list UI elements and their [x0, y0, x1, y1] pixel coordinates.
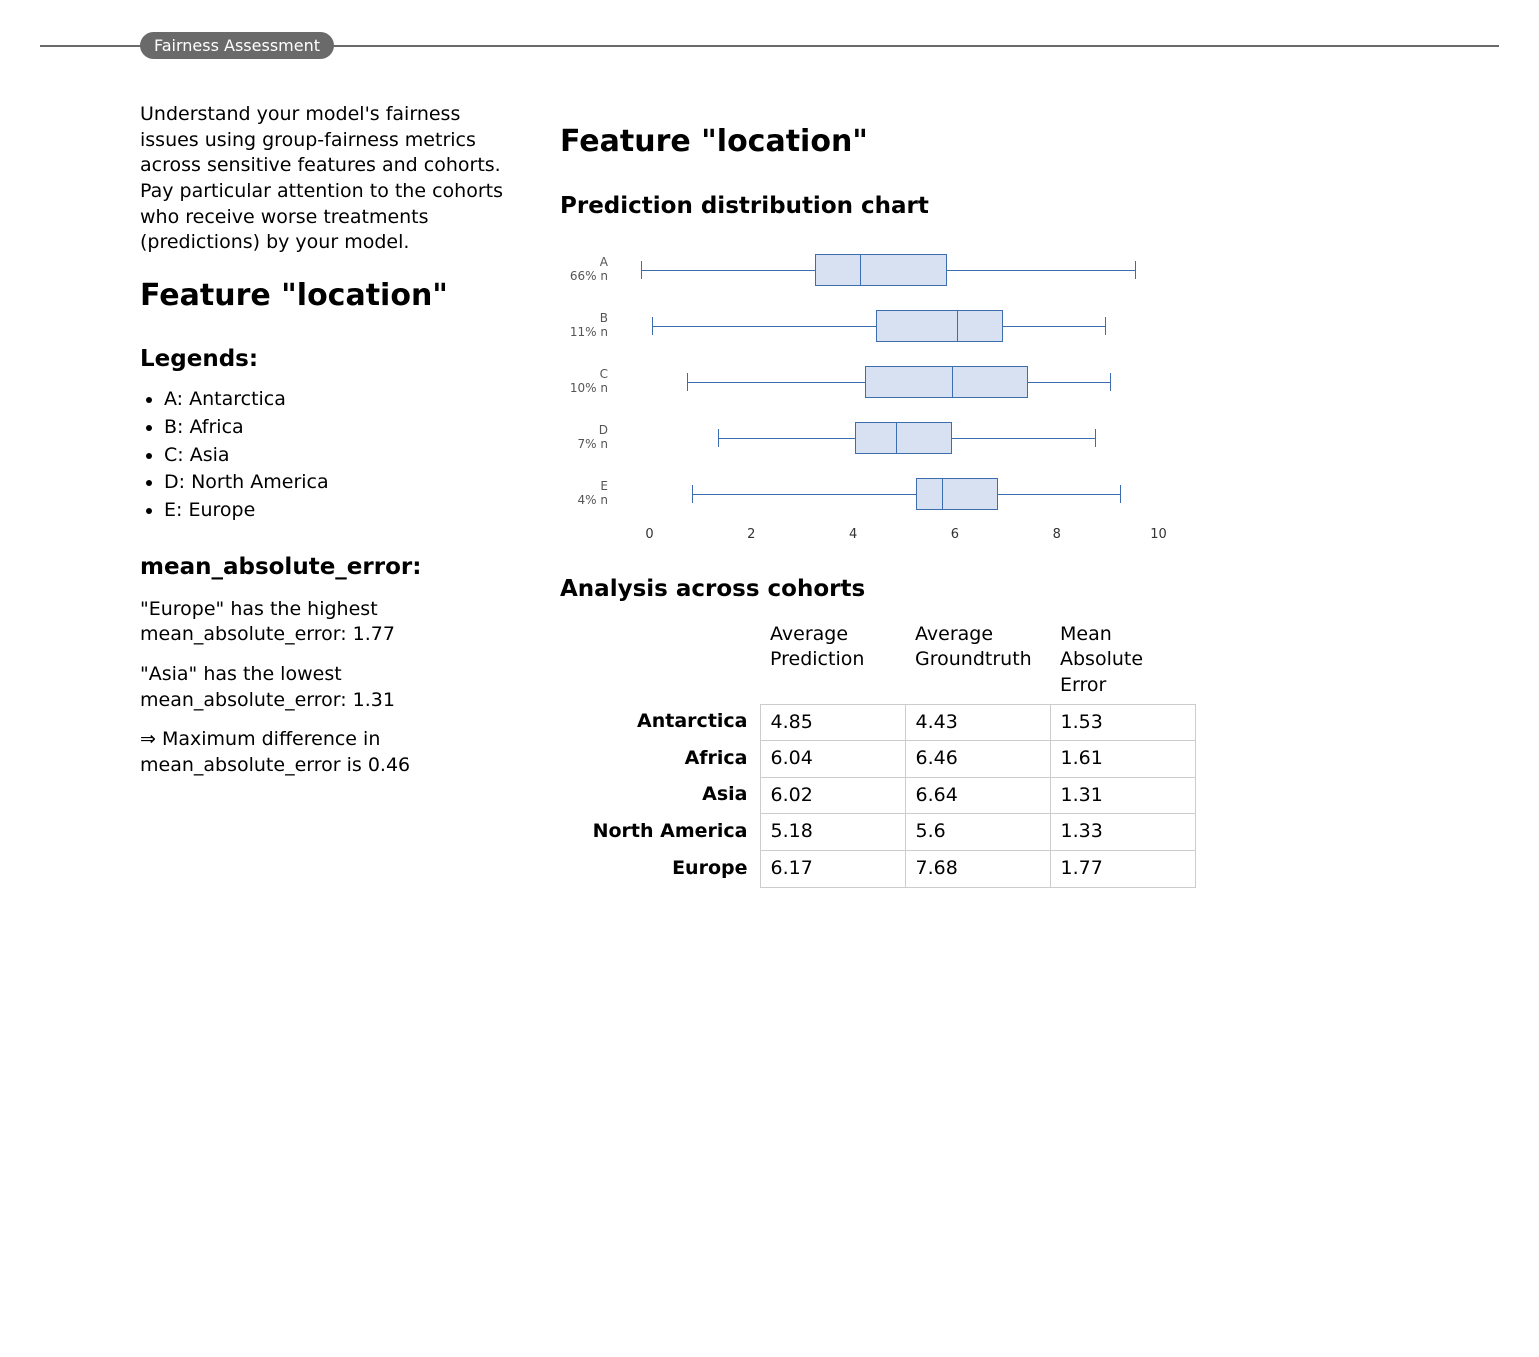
metric-lowest: "Asia" has the lowest mean_absolute_erro…: [140, 662, 520, 713]
median-line: [896, 422, 897, 454]
whisker-cap: [1095, 429, 1096, 447]
cell-mae: 1.31: [1050, 777, 1195, 814]
cell-avg_gt: 5.6: [905, 814, 1050, 851]
boxplot-ylabel: C10% n: [560, 368, 616, 396]
boxplot-row: C10% n: [560, 354, 1200, 410]
boxplot-row: E4% n: [560, 466, 1200, 522]
x-axis: 0 2 4 6 8 10: [624, 522, 1184, 546]
cell-mae: 1.77: [1050, 851, 1195, 888]
legend-list: A: Antarctica B: Africa C: Asia D: North…: [164, 387, 520, 523]
whisker-line: [692, 494, 1120, 495]
table-heading: Analysis across cohorts: [560, 574, 1260, 605]
right-feature-title: Feature "location": [560, 122, 1260, 163]
col-avg-gt: Average Groundtruth: [905, 617, 1050, 704]
whisker-cap: [692, 485, 693, 503]
section-header: Fairness Assessment: [40, 30, 1499, 32]
row-label: Antarctica: [560, 704, 760, 741]
whisker-cap: [652, 317, 653, 335]
x-tick: 2: [747, 526, 755, 544]
boxplot-row: B11% n: [560, 298, 1200, 354]
legends-heading: Legends:: [140, 344, 520, 375]
col-avg-pred: Average Prediction: [760, 617, 905, 704]
intro-paragraph: Understand your model's fairness issues …: [140, 102, 520, 256]
box-iqr: [815, 254, 947, 286]
x-tick: 8: [1053, 526, 1061, 544]
whisker-cap: [1110, 373, 1111, 391]
left-feature-title: Feature "location": [140, 276, 520, 317]
cell-avg_pred: 6.17: [760, 851, 905, 888]
legend-item: E: Europe: [164, 498, 520, 524]
cell-avg_pred: 4.85: [760, 704, 905, 741]
col-mae: Mean Absolute Error: [1050, 617, 1195, 704]
row-label: Europe: [560, 851, 760, 888]
row-label: Asia: [560, 777, 760, 814]
right-column: Feature "location" Prediction distributi…: [560, 102, 1260, 888]
x-tick: 10: [1150, 526, 1167, 544]
x-tick: 6: [951, 526, 959, 544]
table-row: Africa6.046.461.61: [560, 741, 1195, 778]
cell-avg_gt: 6.46: [905, 741, 1050, 778]
boxplot-ylabel: B11% n: [560, 312, 616, 340]
cell-avg_pred: 6.04: [760, 741, 905, 778]
cohort-table: Average Prediction Average Groundtruth M…: [560, 617, 1196, 888]
cell-mae: 1.33: [1050, 814, 1195, 851]
legend-item: D: North America: [164, 470, 520, 496]
cell-mae: 1.61: [1050, 741, 1195, 778]
table-row: Europe6.177.681.77: [560, 851, 1195, 888]
median-line: [957, 310, 958, 342]
median-line: [942, 478, 943, 510]
whisker-cap: [718, 429, 719, 447]
cell-mae: 1.53: [1050, 704, 1195, 741]
boxplot-track: [616, 298, 1200, 354]
chart-heading: Prediction distribution chart: [560, 191, 1260, 222]
table-row: Asia6.026.641.31: [560, 777, 1195, 814]
boxplot-track: [616, 466, 1200, 522]
row-label: North America: [560, 814, 760, 851]
box-iqr: [855, 422, 952, 454]
whisker-cap: [1135, 261, 1136, 279]
x-tick: 4: [849, 526, 857, 544]
row-label: Africa: [560, 741, 760, 778]
whisker-cap: [687, 373, 688, 391]
whisker-cap: [1120, 485, 1121, 503]
metric-maxdiff: ⇒ Maximum difference in mean_absolute_er…: [140, 727, 520, 778]
whisker-cap: [1105, 317, 1106, 335]
boxplot-ylabel: D7% n: [560, 424, 616, 452]
legend-item: C: Asia: [164, 443, 520, 469]
boxplot-ylabel: A66% n: [560, 256, 616, 284]
median-line: [860, 254, 861, 286]
legend-item: B: Africa: [164, 415, 520, 441]
cell-avg_gt: 6.64: [905, 777, 1050, 814]
box-iqr: [865, 366, 1028, 398]
col-blank: [560, 617, 760, 704]
metric-heading: mean_absolute_error:: [140, 552, 520, 583]
boxplot-row: D7% n: [560, 410, 1200, 466]
cell-avg_gt: 4.43: [905, 704, 1050, 741]
boxplot-ylabel: E4% n: [560, 480, 616, 508]
cell-avg_pred: 5.18: [760, 814, 905, 851]
boxplot-track: [616, 410, 1200, 466]
metric-highest: "Europe" has the highest mean_absolute_e…: [140, 597, 520, 648]
table-row: Antarctica4.854.431.53: [560, 704, 1195, 741]
boxplot-track: [616, 242, 1200, 298]
box-iqr: [876, 310, 1003, 342]
x-tick: 0: [645, 526, 653, 544]
median-line: [952, 366, 953, 398]
cell-avg_gt: 7.68: [905, 851, 1050, 888]
whisker-cap: [641, 261, 642, 279]
boxplot-chart: A66% n B11% n C10% n D7% n E4% n 0 2 4 6 8 10: [560, 242, 1200, 546]
box-iqr: [916, 478, 997, 510]
table-row: North America5.185.61.33: [560, 814, 1195, 851]
cell-avg_pred: 6.02: [760, 777, 905, 814]
legend-item: A: Antarctica: [164, 387, 520, 413]
section-pill: Fairness Assessment: [140, 32, 334, 59]
boxplot-track: [616, 354, 1200, 410]
boxplot-row: A66% n: [560, 242, 1200, 298]
left-column: Understand your model's fairness issues …: [140, 102, 520, 888]
